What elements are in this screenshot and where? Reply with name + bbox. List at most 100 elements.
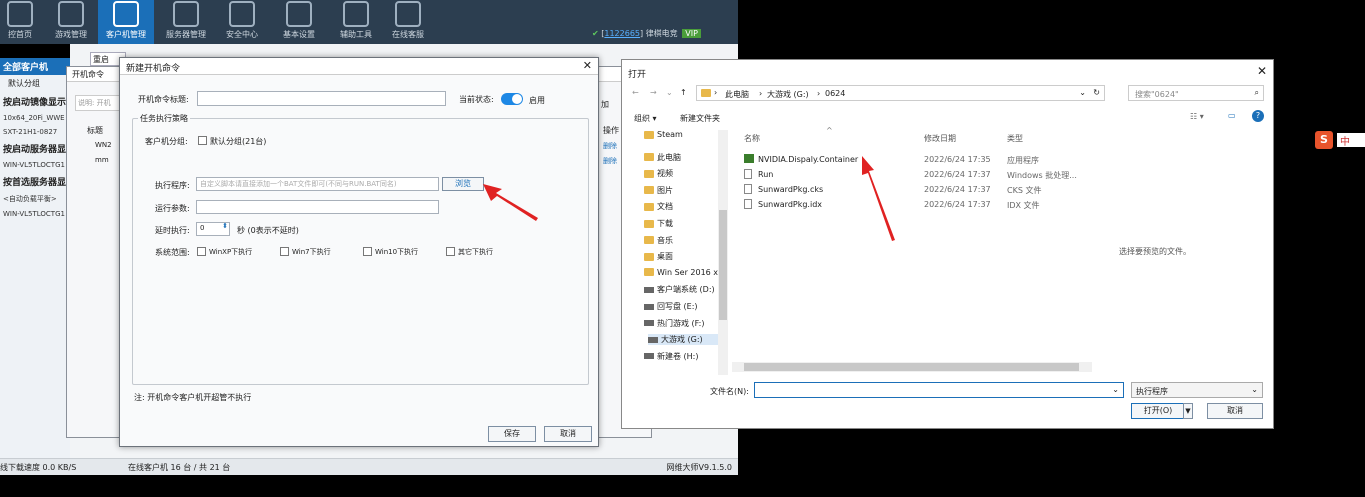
nav-item[interactable]: 游戏管理 (48, 0, 94, 44)
nav-pane-item[interactable]: 图片 (644, 185, 673, 196)
forward-icon[interactable]: → (650, 88, 657, 97)
nav-pane-item[interactable]: 下载 (644, 218, 673, 229)
nav-pane-item[interactable]: 视频 (644, 168, 673, 179)
breadcrumb-drive[interactable]: 大游戏 (G:) (767, 89, 809, 100)
tree-item[interactable]: 10x64_20Fi_WWE (0, 111, 70, 125)
nav-item[interactable]: 控首页 (0, 0, 40, 44)
scope-other-checkbox[interactable] (446, 247, 455, 256)
tree-item[interactable]: <自动负载平衡> (0, 191, 70, 207)
nav-scrollbar[interactable] (718, 130, 728, 375)
file-row[interactable]: NVIDIA.Dispaly.Container 2022/6/24 17:35 应… (744, 154, 1104, 168)
address-bar[interactable]: › 此电脑 › 大游戏 (G:) › 0624 ⌄ ↻ (696, 85, 1105, 101)
tree-item[interactable]: 默认分组 (0, 75, 70, 92)
file-row[interactable]: SunwardPkg.idx 2022/6/24 17:37 IDX 文件 (744, 199, 1104, 213)
save-button[interactable]: 保存 (488, 426, 536, 442)
delay-stepper[interactable]: 0 ⬍ (196, 222, 230, 236)
nav-pane-label: 音乐 (657, 235, 673, 245)
delay-label: 延时执行: (155, 226, 190, 235)
note-text: 注: 开机命令客户机开超管不执行 (134, 393, 252, 402)
nav-icon (7, 1, 33, 27)
sort-icon: ^ (826, 126, 833, 135)
scope-win10-label: Win10下执行 (375, 248, 419, 256)
close-icon[interactable]: ✕ (1257, 64, 1267, 78)
chevron-down-icon[interactable]: ⌄ (1112, 385, 1119, 394)
add-button[interactable]: 加 (601, 99, 609, 110)
delay-value: 0 (200, 224, 205, 232)
nav-item[interactable]: 基本设置 (276, 0, 322, 44)
nav-icon (343, 1, 369, 27)
file-row[interactable]: SunwardPkg.cks 2022/6/24 17:37 CKS 文件 (744, 184, 1104, 198)
back-icon[interactable]: ← (632, 88, 639, 97)
browse-button[interactable]: 浏览 (442, 177, 484, 191)
scope-win7-checkbox[interactable] (280, 247, 289, 256)
up-icon[interactable]: ↑ (680, 88, 687, 97)
cancel-button[interactable]: 取消 (544, 426, 592, 442)
tree-item[interactable]: 按首选服务器显 (0, 172, 70, 191)
chevron-down-icon[interactable]: ⌄ (1079, 88, 1086, 97)
scope-xp-checkbox[interactable] (197, 247, 206, 256)
filename-input[interactable]: ⌄ (754, 382, 1124, 398)
nav-pane-item[interactable]: Win Ser 2016 x (644, 268, 718, 277)
table-row[interactable]: mm (95, 156, 109, 164)
folder-icon (644, 268, 654, 277)
nav-item[interactable]: 在线客服 (388, 0, 428, 44)
nav-item[interactable]: 安全中心 (220, 0, 264, 44)
organize-menu[interactable]: 组织 ▾ (634, 113, 657, 124)
refresh-icon[interactable]: ↻ (1093, 88, 1100, 97)
open-button[interactable]: 打开(O) (1131, 403, 1185, 419)
hint-text: 说明: 开机 (75, 95, 123, 111)
nav-item[interactable]: 客户机管理 (98, 0, 154, 44)
dropdown-icon[interactable]: ⌄ (666, 88, 673, 97)
nav-pane-item[interactable]: 回写盘 (E:) (644, 301, 698, 312)
nav-pane-item[interactable]: Steam (644, 130, 683, 139)
new-folder-button[interactable]: 新建文件夹 (680, 113, 720, 124)
tree-header[interactable]: 全部客户机 (0, 58, 70, 75)
scope-win10-checkbox[interactable] (363, 247, 372, 256)
col-type[interactable]: 类型 (1007, 133, 1023, 144)
table-row[interactable]: WN2 (95, 141, 112, 149)
nav-pane-item[interactable]: 大游戏 (G:) (648, 334, 728, 346)
delete-link[interactable]: 删除 (603, 156, 617, 166)
col-name[interactable]: 名称 (744, 133, 760, 144)
file-cancel-button[interactable]: 取消 (1207, 403, 1263, 419)
open-dropdown-icon[interactable]: ▼ (1183, 403, 1193, 419)
file-row[interactable]: Run 2022/6/24 17:37 Windows 批处理... (744, 169, 1104, 183)
params-input[interactable] (196, 200, 439, 214)
help-icon[interactable]: ? (1252, 110, 1264, 122)
search-input[interactable]: 搜索"0624" ⌕ (1128, 85, 1264, 101)
account-link[interactable]: 1122665 (604, 29, 640, 38)
col-date[interactable]: 修改日期 (924, 133, 956, 144)
nav-pane-item[interactable]: 音乐 (644, 235, 673, 246)
tree-item[interactable]: WIN-VL5TLOCTG1 (0, 207, 70, 221)
nav-pane-item[interactable]: 文档 (644, 201, 673, 212)
pane-icon[interactable]: ▭ (1228, 111, 1236, 120)
program-input[interactable]: 自定义脚本请直接添加一个BAT文件即可(不同与RUN.BAT同名) (196, 177, 439, 191)
client-tree: 全部客户机 默认分组 按启动镜像显示 10x64_20Fi_WWE SXT-21H1-… (0, 58, 70, 460)
breadcrumb-pc[interactable]: 此电脑 (725, 89, 749, 100)
nav-pane-item[interactable]: 客户端系统 (D:) (644, 284, 715, 295)
tree-item[interactable]: 按启动镜像显示 (0, 92, 70, 111)
horizontal-scrollbar[interactable] (732, 362, 1092, 372)
nav-item[interactable]: 服务器管理 (160, 0, 212, 44)
tree-item[interactable]: WIN-VL5TLOCTG1 (0, 158, 70, 172)
spinner-icon[interactable]: ⬍ (222, 223, 228, 230)
nav-item[interactable]: 辅助工具 (334, 0, 378, 44)
file-icon (744, 184, 752, 194)
breadcrumb-folder[interactable]: 0624 (825, 89, 845, 98)
ime-indicator[interactable]: S 中 (1315, 131, 1365, 149)
tree-item[interactable]: 按启动服务器显 (0, 139, 70, 158)
delete-link[interactable]: 删除 (603, 141, 617, 151)
file-type-select[interactable]: 执行程序 ⌄ (1131, 382, 1263, 398)
title-input[interactable] (197, 91, 446, 106)
program-label: 执行程序: (155, 181, 190, 190)
view-icon[interactable]: ☷ ▾ (1190, 112, 1204, 121)
group-checkbox[interactable] (198, 136, 207, 145)
nav-pane-item[interactable]: 新建卷 (H:) (644, 351, 699, 362)
nav-pane-item[interactable]: 热门游戏 (F:) (644, 318, 704, 329)
drive-icon (648, 336, 658, 343)
nav-pane-item[interactable]: 桌面 (644, 251, 673, 262)
tree-item[interactable]: SXT-21H1-0827 (0, 125, 70, 139)
close-icon[interactable]: ✕ (583, 59, 592, 72)
nav-pane-item[interactable]: 此电脑 (644, 152, 681, 163)
state-toggle[interactable] (501, 93, 523, 105)
